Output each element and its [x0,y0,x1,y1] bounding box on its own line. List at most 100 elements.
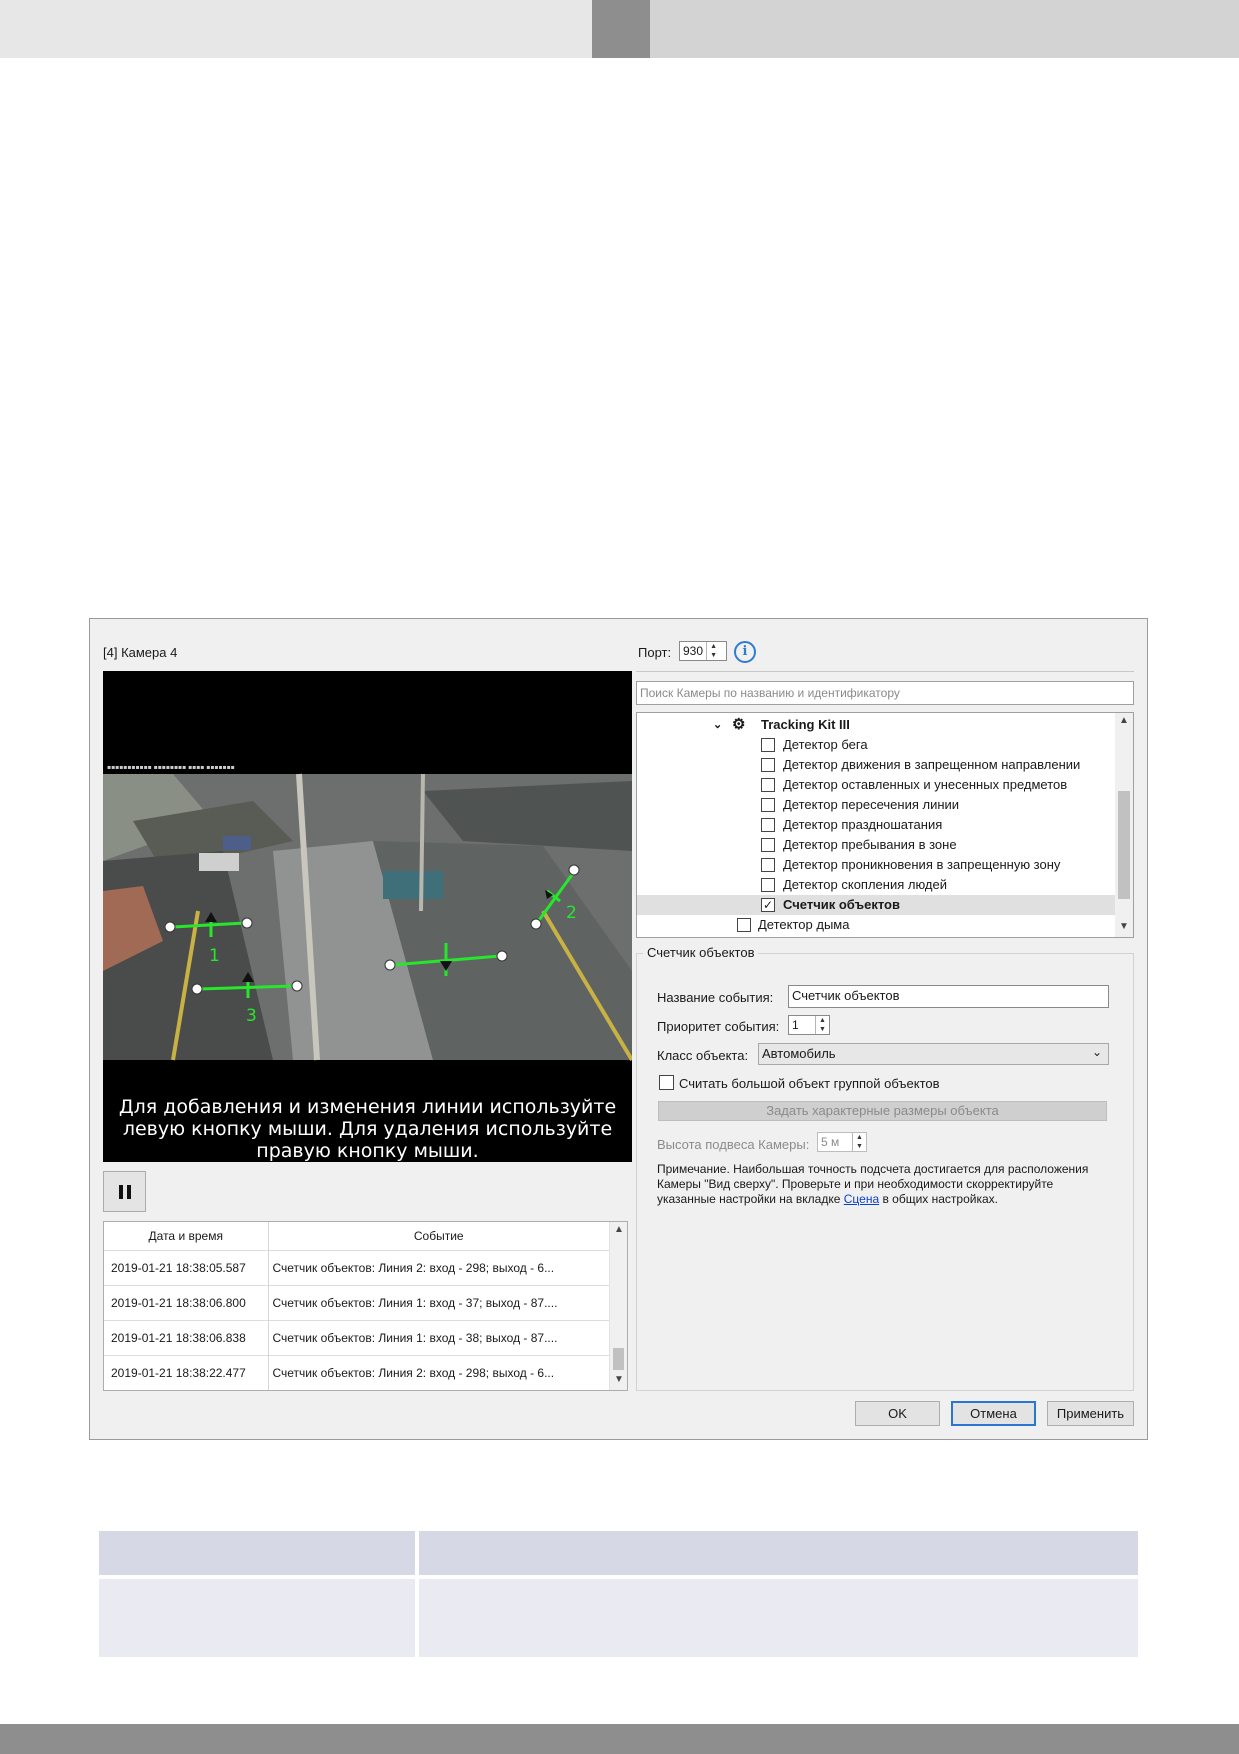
tree-item-label: Детектор оставленных и унесенных предмет… [783,777,1068,792]
object-class-value: Автомобиль [762,1046,836,1061]
priority-stepper[interactable]: 1 ▲ ▼ [788,1015,830,1035]
event-datetime: 2019-01-21 18:38:06.800 [104,1284,269,1320]
tree-item-label: Детектор праздношатания [783,817,943,832]
tree-item-detector[interactable]: Детектор праздношатания [637,815,1115,835]
settings-note: Примечание. Наибольшая точность подсчета… [657,1162,1097,1207]
checkbox-icon[interactable] [761,738,775,752]
camera-frame: ▪▪▪▪▪▪▪▪▪▪▪ ▪▪▪▪▪▪▪▪ ▪▪▪▪ ▪▪▪▪▪▪▪ 1 2 3 [103,671,632,1162]
detector-tree: ⌄ ⚙ Tracking Kit III Детектор бега Детек… [636,712,1134,938]
tree-item-detector[interactable]: Детектор проникновения в запрещенную зон… [637,855,1115,875]
tree-node-label: Tracking Kit III [761,717,850,732]
page-header-band-middle [592,0,650,58]
line-label-3: 3 [246,1006,257,1026]
checkbox-icon[interactable] [761,858,775,872]
event-text: Счетчик объектов: Линия 1: вход - 38; вы… [268,1319,610,1355]
apply-button[interactable]: Применить [1047,1401,1134,1426]
tree-item-detector[interactable]: Детектор бега [637,735,1115,755]
checkbox-icon[interactable] [761,798,775,812]
note-tail: в общих настройках. [882,1192,999,1206]
object-class-select[interactable]: Автомобиль ⌄ [758,1043,1109,1065]
tree-item-object-counter[interactable]: ✓ Счетчик объектов [637,895,1115,915]
page-header-band-right [650,0,1239,58]
table-row[interactable]: 2019-01-21 18:38:05.587 Счетчик объектов… [104,1249,610,1285]
camera-height-arrows[interactable]: ▲ ▼ [852,1133,866,1151]
ok-button[interactable]: OK [855,1401,940,1426]
table-header-cell [99,1531,415,1575]
scroll-thumb[interactable] [1118,791,1130,899]
header-separator [636,671,1134,672]
port-value: 930 [683,644,704,658]
checkbox-icon[interactable] [737,918,751,932]
scroll-down-icon[interactable]: ▼ [610,1374,627,1385]
port-label: Порт: [638,645,672,660]
camera-height-label: Высота подвеса Камеры: [657,1137,810,1152]
group-objects-checkbox[interactable] [659,1075,674,1090]
event-text: Счетчик объектов: Линия 2: вход - 298; в… [268,1249,610,1285]
camera-video-view[interactable]: ▪▪▪▪▪▪▪▪▪▪▪ ▪▪▪▪▪▪▪▪ ▪▪▪▪ ▪▪▪▪▪▪▪ 1 2 3 … [103,671,632,1162]
table-row[interactable]: 2019-01-21 18:38:22.477 Счетчик объектов… [104,1354,610,1390]
port-stepper-arrows[interactable]: ▲ ▼ [706,642,720,660]
group-title: Счетчик объектов [643,945,759,960]
tree-item-label: Детектор бега [783,737,868,752]
scene-link[interactable]: Сцена [844,1192,879,1206]
tree-item-detector[interactable]: Детектор оставленных и унесенных предмет… [637,775,1115,795]
tree-item-detector[interactable]: Детектор скопления людей [637,875,1115,895]
pause-icon [118,1184,123,1199]
event-datetime: 2019-01-21 18:38:22.477 [104,1354,269,1390]
event-datetime: 2019-01-21 18:38:05.587 [104,1249,269,1285]
scroll-down-icon[interactable]: ▼ [1119,921,1129,932]
tree-item-label: Детектор пребывания в зоне [783,837,957,852]
event-name-field[interactable]: Счетчик объектов [788,985,1109,1008]
camera-search-input[interactable]: Поиск Камеры по названию и идентификатор… [636,681,1134,705]
tree-node-tracking-kit[interactable]: ⌄ ⚙ Tracking Kit III [637,715,1115,735]
column-header-event[interactable]: Событие [268,1222,610,1250]
checkbox-icon[interactable] [761,818,775,832]
tree-scrollbar[interactable]: ▲ ▼ [1115,713,1133,937]
tree-item-detector[interactable]: Детектор пребывания в зоне [637,835,1115,855]
checkbox-icon[interactable] [761,758,775,772]
table-row[interactable]: 2019-01-21 18:38:06.838 Счетчик объектов… [104,1319,610,1355]
chevron-down-icon: ⌄ [1091,1045,1102,1059]
scroll-up-icon[interactable]: ▲ [1119,715,1129,726]
camera-height-stepper[interactable]: 5 м ▲ ▼ [817,1132,867,1152]
event-name-label: Название события: [657,990,774,1005]
table-cell [99,1579,415,1657]
priority-stepper-arrows[interactable]: ▲ ▼ [815,1016,829,1034]
svg-text:▪▪▪▪▪▪▪▪▪▪▪ ▪▪▪▪▪▪▪▪ ▪▪▪▪ ▪▪▪▪: ▪▪▪▪▪▪▪▪▪▪▪ ▪▪▪▪▪▪▪▪ ▪▪▪▪ ▪▪▪▪▪▪▪ [107,764,235,771]
detector-settings-dialog: [4] Камера 4 Порт: 930 ▲ ▼ i ▪▪▪▪▪▪▪▪▪▪▪… [89,618,1148,1440]
priority-value: 1 [792,1018,799,1032]
group-objects-label: Считать большой объект группой объектов [679,1076,940,1091]
tree-item-detector[interactable]: Детектор пересечения линии [637,795,1115,815]
cancel-button[interactable]: Отмена [951,1401,1036,1426]
info-icon[interactable]: i [734,641,756,663]
tree-item-label: Детектор пересечения линии [783,797,960,812]
tree-item-label: Детектор дыма [758,917,850,932]
table-row[interactable]: 2019-01-21 18:38:06.800 Счетчик объектов… [104,1284,610,1320]
line-label-2: 2 [566,903,577,923]
video-overlay-instruction: Для добавления и изменения линии использ… [118,1096,617,1162]
tree-item-detector[interactable]: Детектор движения в запрещенном направле… [637,755,1115,775]
tree-item-detector[interactable]: Детектор дыма [637,915,1115,935]
checkbox-icon[interactable] [761,778,775,792]
tree-item-label: Детектор скопления людей [783,877,947,892]
scroll-up-icon[interactable]: ▲ [610,1224,627,1235]
checkbox-icon[interactable] [761,838,775,852]
priority-label: Приоритет события: [657,1019,780,1034]
port-stepper[interactable]: 930 ▲ ▼ [679,641,727,661]
set-object-sizes-button[interactable]: Задать характерные размеры объекта [658,1101,1107,1121]
events-table: Дата и время Событие 2019-01-21 18:38:05… [103,1221,628,1391]
tree-item-label: Счетчик объектов [783,897,900,912]
scroll-thumb[interactable] [613,1348,624,1370]
pause-button[interactable] [103,1171,146,1212]
line-label-1: 1 [209,946,220,966]
chevron-down-icon[interactable]: ⌄ [713,715,722,735]
events-table-header: Дата и время Событие [104,1222,610,1250]
events-scrollbar[interactable]: ▲ ▼ [609,1222,627,1390]
page-footer-band [0,1724,1239,1754]
tree-item-label: Детектор движения в запрещенном направле… [783,757,1081,772]
gear-icon: ⚙ [732,716,746,733]
checkbox-icon[interactable] [761,878,775,892]
checkbox-checked-icon[interactable]: ✓ [761,898,775,912]
camera-height-value: 5 м [821,1135,840,1149]
column-header-datetime[interactable]: Дата и время [104,1222,269,1250]
